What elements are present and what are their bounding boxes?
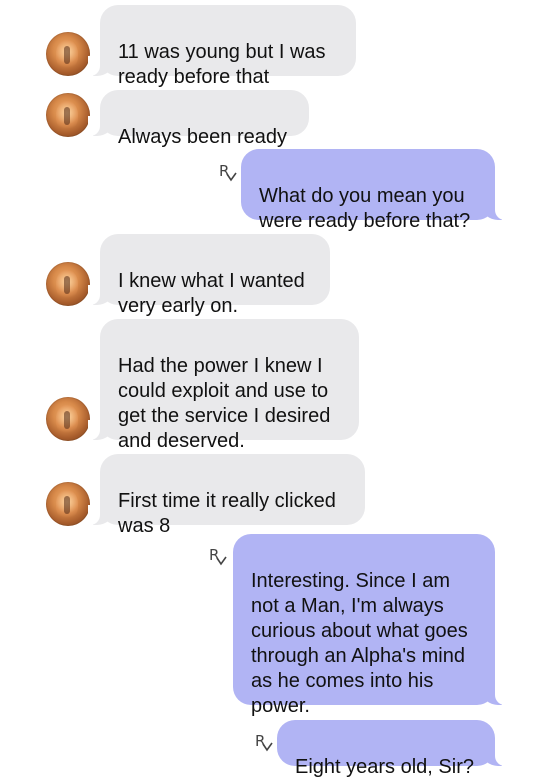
message-text: Eight years old, Sir? [295, 756, 474, 778]
incoming-message-bubble[interactable]: First time it really clicked was 8 [88, 454, 365, 537]
rx-icon: R [219, 162, 237, 182]
rx-icon: R [209, 546, 227, 566]
incoming-message-bubble[interactable]: 11 was young but I was ready before that [88, 5, 356, 88]
message-text: Always been ready [118, 126, 287, 148]
incoming-message-bubble[interactable]: Always been ready [88, 90, 309, 148]
message-text: I knew what I wanted very early on. [118, 270, 305, 317]
svg-text:R: R [255, 732, 265, 750]
rx-icon: R [255, 732, 273, 752]
message-text: First time it really clicked was 8 [118, 490, 336, 537]
incoming-message-bubble[interactable]: Had the power I knew I could exploit and… [88, 319, 359, 452]
outgoing-message-bubble[interactable]: What do you mean you were ready before t… [241, 149, 507, 232]
message-text: What do you mean you were ready before t… [259, 185, 471, 232]
contact-avatar[interactable] [46, 32, 90, 76]
svg-text:R: R [219, 162, 229, 180]
contact-avatar[interactable] [46, 482, 90, 526]
conversation-thread: 11 was young but I was ready before that… [0, 0, 540, 778]
svg-text:R: R [209, 546, 219, 564]
message-text: Interesting. Since I am not a Man, I'm a… [251, 570, 468, 717]
message-text: 11 was young but I was ready before that [118, 41, 326, 88]
contact-avatar[interactable] [46, 262, 90, 306]
incoming-message-bubble[interactable]: I knew what I wanted very early on. [88, 234, 330, 317]
message-text: Had the power I knew I could exploit and… [118, 355, 331, 452]
contact-avatar[interactable] [46, 397, 90, 441]
outgoing-message-bubble[interactable]: Interesting. Since I am not a Man, I'm a… [233, 534, 507, 717]
contact-avatar[interactable] [46, 93, 90, 137]
outgoing-message-bubble[interactable]: Eight years old, Sir? [277, 720, 507, 778]
